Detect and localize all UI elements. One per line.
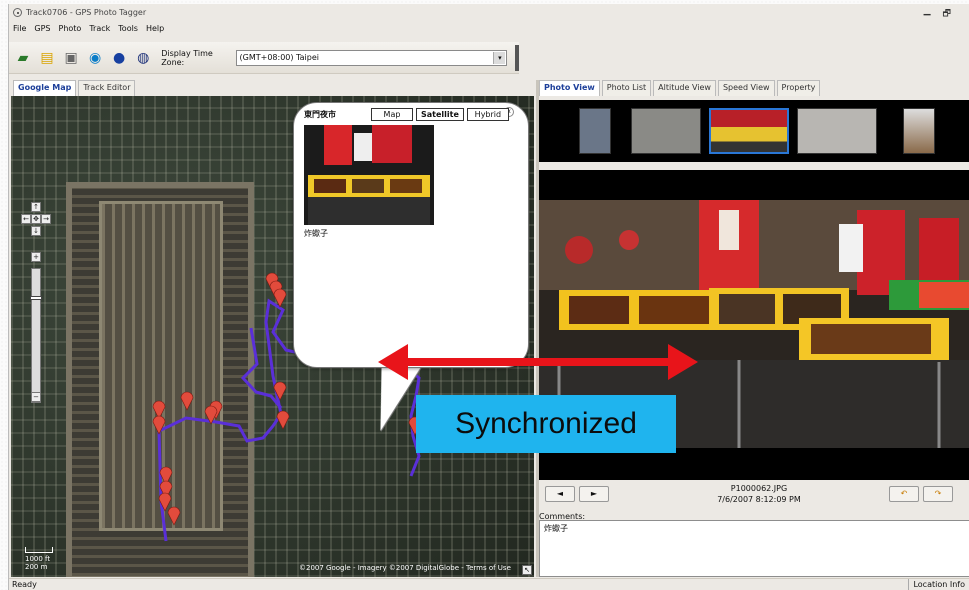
next-photo-button[interactable]: ► [579,486,609,502]
app-icon [13,7,22,17]
tab-track-editor[interactable]: Track Editor [78,80,136,96]
zoom-slider[interactable] [30,268,42,403]
menu-photo[interactable]: Photo [59,24,82,33]
map-navigation-control: ↑ ← ✥ → ↓ + − [21,202,51,403]
info-window-photo[interactable] [304,125,434,225]
gps-track-branch [240,327,283,409]
chevron-down-icon[interactable]: ▾ [493,51,506,64]
open-track-icon[interactable]: ▰ [13,47,33,69]
left-tab-bar: Google Map Track Editor [9,80,136,96]
pan-down-icon[interactable]: ↓ [31,226,41,236]
info-window-caption: 炸蠍子 [304,229,328,238]
filmstrip-thumbnail[interactable] [579,108,611,154]
pan-up-icon[interactable]: ↑ [31,202,41,212]
window-title: Track0706 - GPS Photo Tagger [26,7,147,17]
filmstrip-thumbnail[interactable] [631,108,701,154]
menu-file[interactable]: File [13,24,26,33]
menu-help[interactable]: Help [146,24,164,33]
zoom-in-icon[interactable]: + [31,252,41,262]
app-window: Track0706 - GPS Photo Tagger ▁ 🗗 File GP… [8,4,969,590]
map-type-map[interactable]: Map [371,108,413,121]
photo-marker [273,381,287,401]
photo-marker [152,415,166,435]
photo-controls: ◄ ► P1000062.JPG 7/6/2007 8:12:09 PM ↶ ↷ [539,480,969,516]
zoom-out-icon[interactable]: − [31,392,41,402]
tab-altitude-view[interactable]: Altitude View [653,80,716,96]
previous-photo-button[interactable]: ◄ [545,486,575,502]
rotate-right-button[interactable]: ↷ [923,486,953,502]
timezone-value: (GMT+08:00) Taipei [239,53,319,62]
menu-tools[interactable]: Tools [118,24,138,33]
tab-photo-view[interactable]: Photo View [539,80,600,96]
photo-info: P1000062.JPG 7/6/2007 8:12:09 PM [699,483,819,505]
menu-bar: File GPS Photo Track Tools Help [9,21,164,36]
synchronized-callout: Synchronized [416,395,676,453]
rotate-left-button[interactable]: ↶ [889,486,919,502]
info-window-title: 東門夜市 [304,110,336,119]
comments-field[interactable]: 炸蠍子 [539,520,969,577]
status-bar: Ready Location Info [9,578,969,590]
map-type-satellite[interactable]: Satellite [416,108,464,121]
scale-feet: 1000 ft [25,555,51,563]
photo-filmstrip [539,100,969,162]
photo-marker [180,391,194,411]
timezone-select[interactable]: (GMT+08:00) Taipei ▾ [235,49,508,66]
pan-center-icon[interactable]: ✥ [31,214,41,224]
status-text: Ready [12,580,37,589]
photo-filename: P1000062.JPG [730,484,788,493]
photo-marker [167,506,181,526]
toolbar-grip[interactable] [515,44,519,71]
filmstrip-thumbnail[interactable] [903,108,935,154]
map-copyright[interactable]: ©2007 Google - Imagery ©2007 DigitalGlob… [299,564,511,572]
scale-meters: 200 m [25,563,48,571]
tab-photo-list[interactable]: Photo List [601,80,652,96]
google-earth-icon[interactable]: ● [109,47,129,69]
filmstrip-thumbnail[interactable] [797,108,877,154]
restore-icon[interactable]: 🗗 [943,6,951,22]
map-view[interactable]: ↑ ← ✥ → ↓ + − 東門夜市 x 炸蠍子 Map Satellite H… [11,96,534,577]
tab-google-map[interactable]: Google Map [13,80,77,96]
synchronized-arrow [378,344,698,380]
scale-bar [25,547,53,553]
import-photos-icon[interactable]: ▣ [61,47,81,69]
pan-left-icon[interactable]: ← [21,214,31,224]
minimize-icon[interactable]: ▁ [924,6,931,22]
menu-track[interactable]: Track [89,24,110,33]
night-market-photo-thumbnail [304,125,434,225]
pan-right-icon[interactable]: → [41,214,51,224]
photo-marker [276,410,290,430]
location-info-pane: Location Info [908,579,969,590]
filmstrip-thumbnail-selected[interactable] [709,108,789,154]
menu-gps[interactable]: GPS [34,24,50,33]
tab-speed-view[interactable]: Speed View [717,80,775,96]
photo-datetime: 7/6/2007 8:12:09 PM [717,495,801,504]
open-folder-icon[interactable]: ▤ [37,47,57,69]
timezone-label: Display Time Zone: [161,48,213,67]
map-overview-toggle-icon[interactable]: ↖ [522,565,532,575]
tab-property[interactable]: Property [776,80,821,96]
map-scale: 1000 ft 200 m [25,547,53,571]
zoom-slider-thumb[interactable] [30,296,42,300]
internet-explorer-icon[interactable]: ◉ [85,47,105,69]
toolbar: ▰ ▤ ▣ ◉ ● ◍ Display Time Zone: (GMT+08:0… [9,42,519,74]
map-type-control: Map Satellite Hybrid [371,108,509,121]
map-type-hybrid[interactable]: Hybrid [466,108,509,121]
map-info-window: 東門夜市 x 炸蠍子 [293,102,529,368]
title-bar: Track0706 - GPS Photo Tagger ▁ 🗗 [9,4,969,20]
right-tab-bar: Photo View Photo List Altitude View Spee… [539,80,821,96]
export-kmz-icon[interactable]: ◍ [133,47,153,69]
